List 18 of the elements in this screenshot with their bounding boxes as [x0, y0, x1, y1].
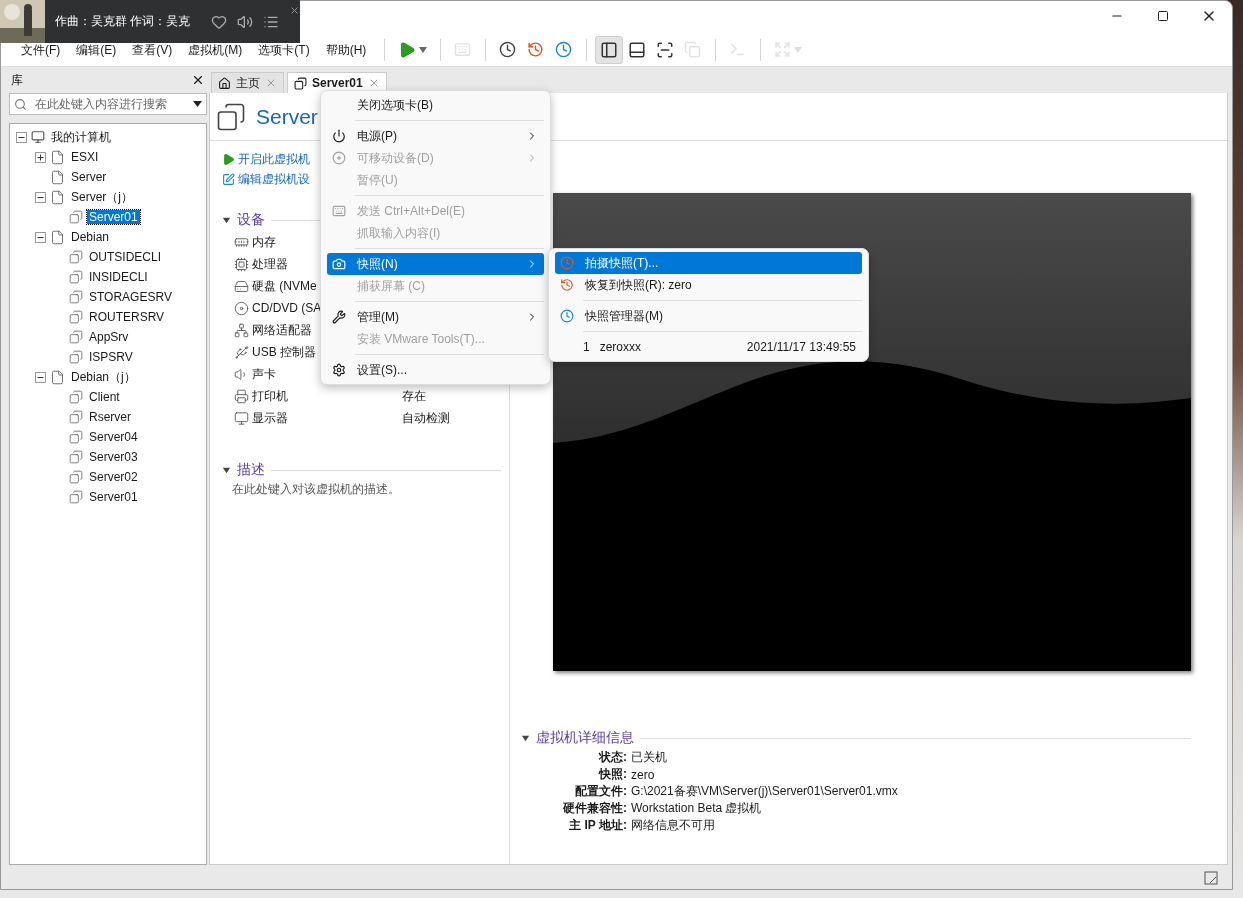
detail-value: zero [631, 767, 655, 782]
section-title: 设备 [237, 211, 265, 229]
library-title: 库 [11, 71, 23, 89]
detail-label: 主 IP 地址: [568, 817, 628, 834]
section-title: 虚拟机详细信息 [536, 729, 634, 747]
detail-label: 快照: [597, 766, 628, 783]
vm-title: Server [256, 104, 318, 129]
lyrics-text: 作曲：吴克群 作词：吴克 [55, 13, 192, 30]
detail-value: Workstation Beta 虚拟机 [631, 800, 762, 817]
detail-value: 网络信息不可用 [631, 817, 715, 834]
section-title: 描述 [237, 461, 265, 479]
detail-value: G:\2021备赛\VM\Server(j)\Server01\Server01.vmx [631, 783, 898, 800]
detail-value: 已关机 [631, 749, 667, 766]
device-value: 存在 [402, 387, 426, 405]
detail-label: 配置文件: [574, 783, 628, 800]
detail-label: 状态: [597, 749, 628, 766]
device-value: 自动检测 [402, 409, 450, 427]
detail-label: 硬件兼容性: [562, 800, 628, 817]
